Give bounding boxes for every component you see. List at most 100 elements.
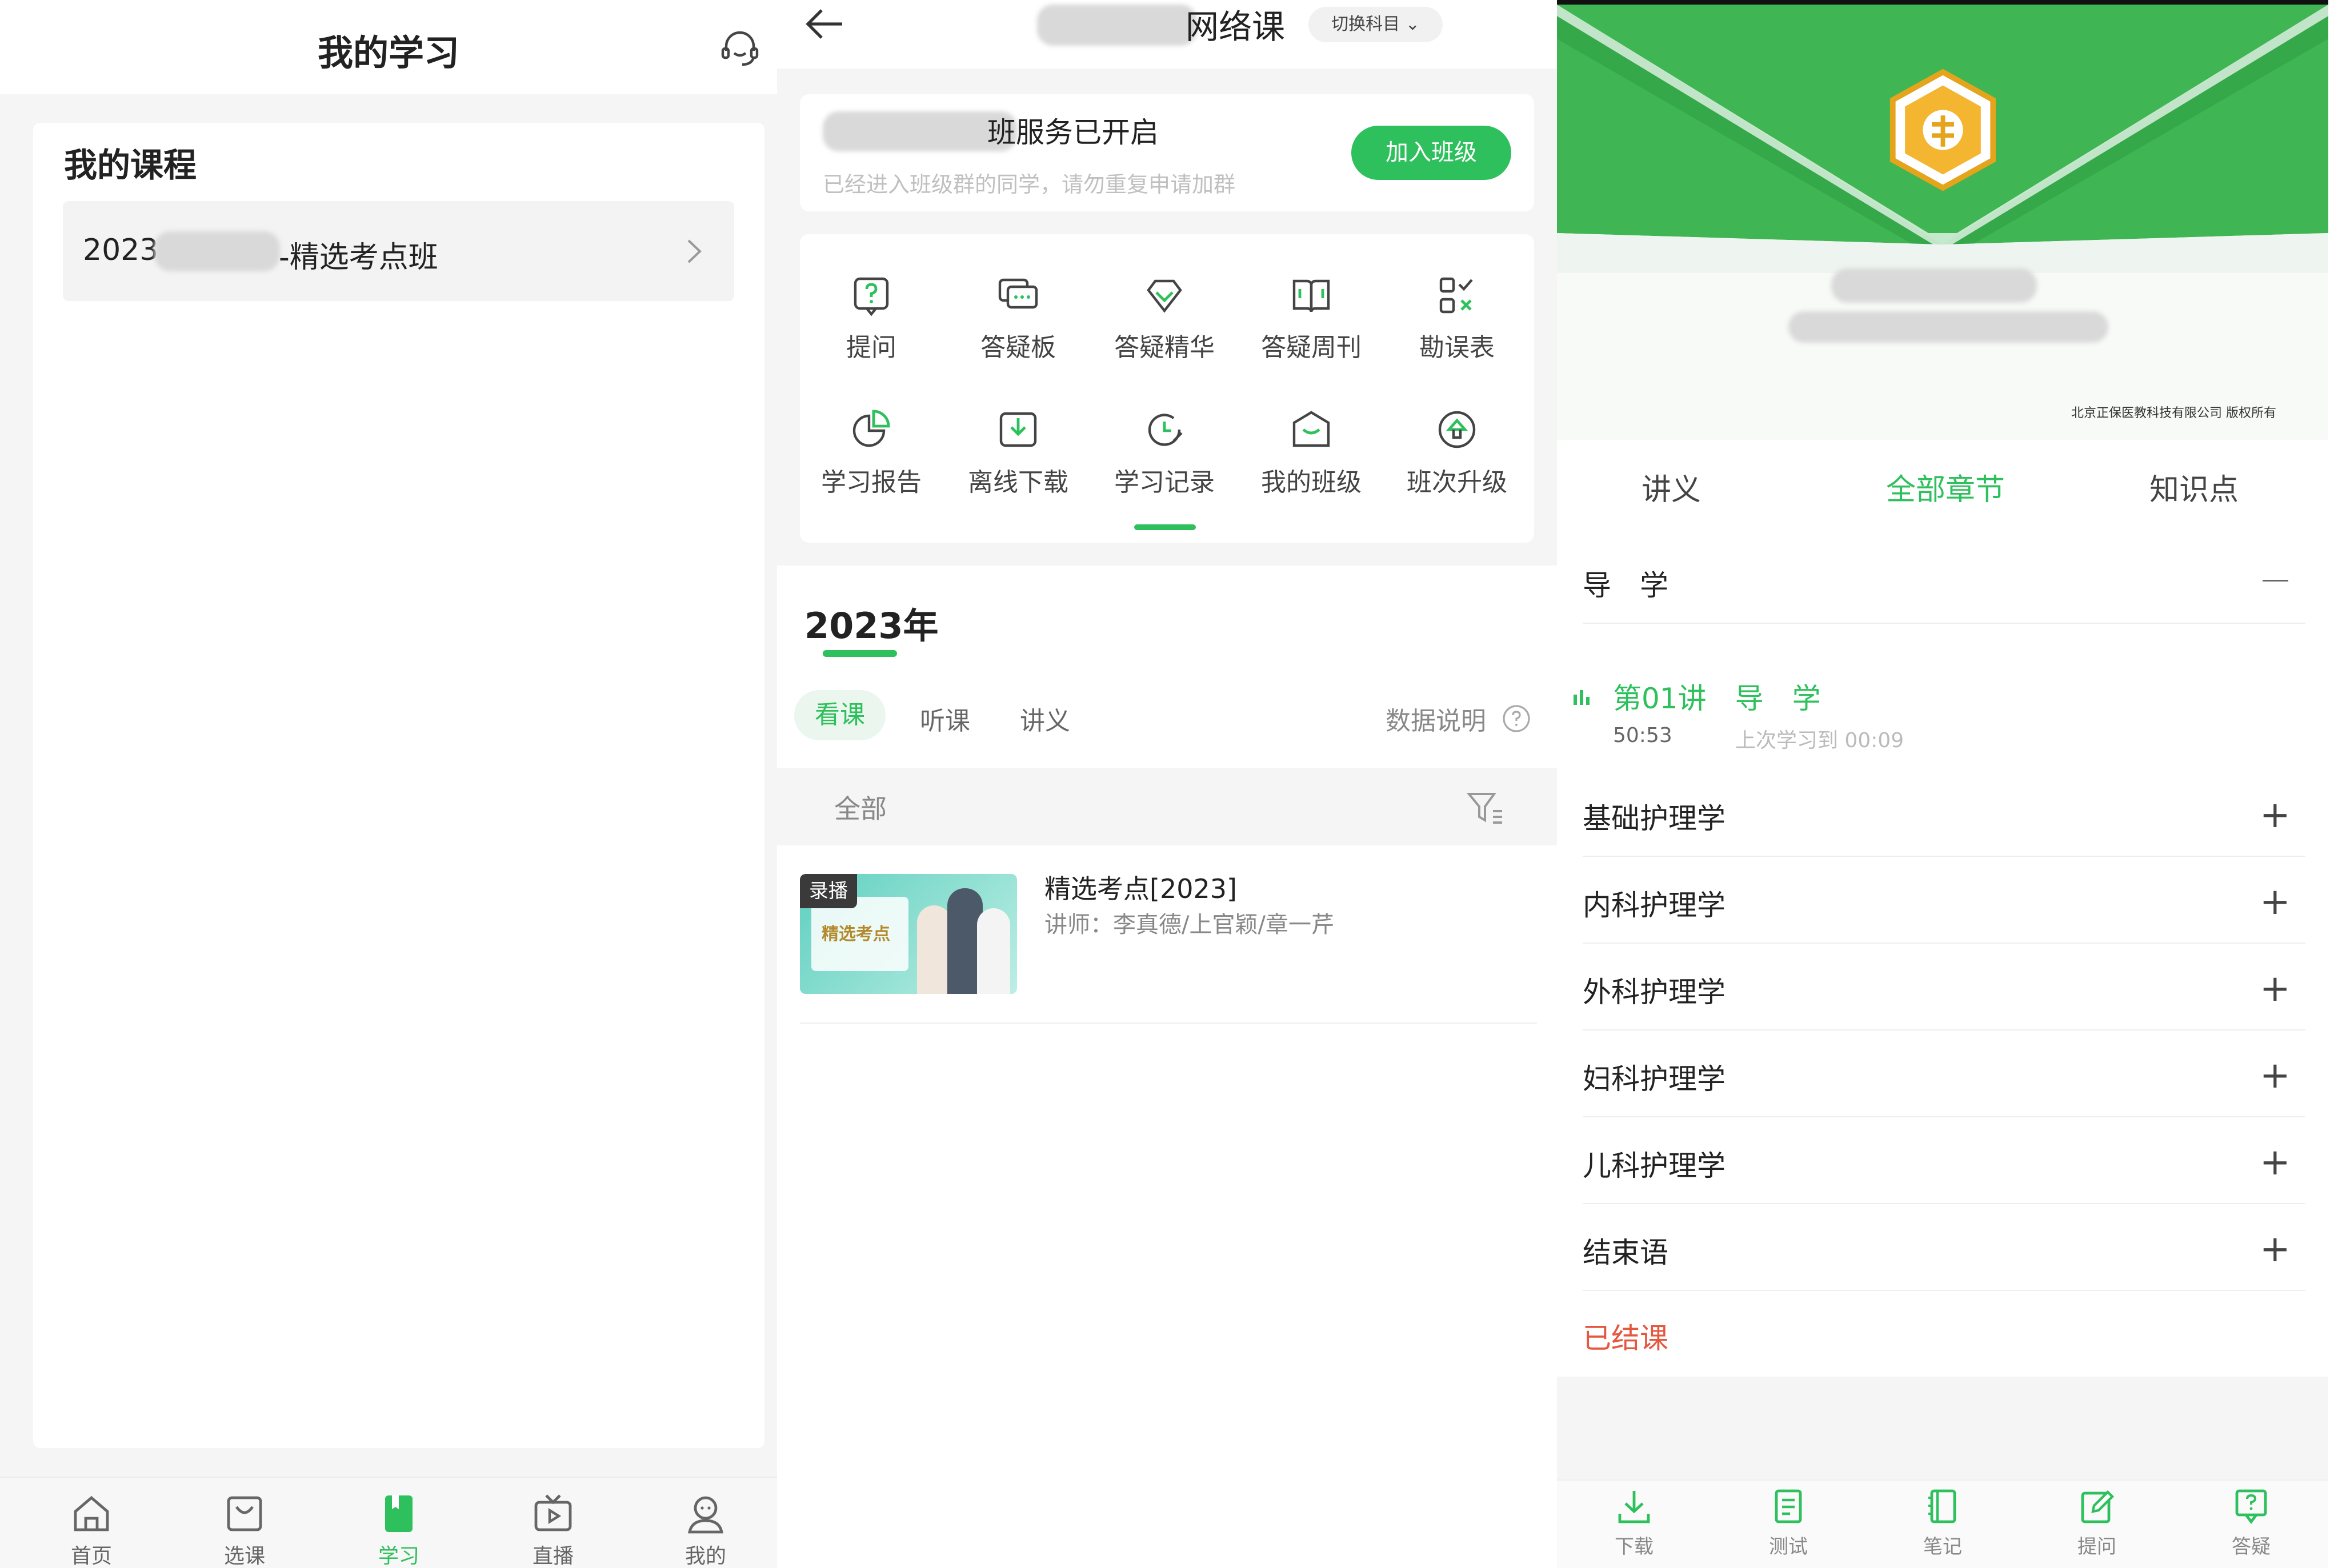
toolbar-answers[interactable]: 答疑: [2211, 1531, 2291, 1559]
grid-qa-board[interactable]: 答疑板: [964, 327, 1072, 363]
teacher-photo-1: [917, 905, 951, 994]
back-arrow-icon[interactable]: [801, 5, 847, 45]
book-icon[interactable]: [376, 1491, 422, 1537]
redacted-title: [1037, 5, 1197, 46]
download-icon[interactable]: [995, 407, 1041, 452]
grid-study-report[interactable]: 学习报告: [806, 462, 937, 498]
expand-plus-icon[interactable]: +: [2260, 1231, 2291, 1268]
lecture-title[interactable]: 第01讲 导 学: [1613, 676, 1821, 717]
grid-errata[interactable]: 勘误表: [1397, 327, 1517, 363]
chapter-divider: [1583, 1029, 2305, 1030]
expand-plus-icon[interactable]: +: [2260, 1144, 2291, 1181]
grid-class-upgrade[interactable]: 班次升级: [1391, 462, 1523, 498]
switch-subject-label: 切换科目: [1331, 14, 1400, 34]
course-item-teacher: 讲师：李真德/上官颖/章一芹: [1044, 912, 1334, 938]
teacher-photo-3: [977, 908, 1010, 994]
tab-handout[interactable]: 讲义: [1614, 466, 1728, 508]
section-intro-title[interactable]: 导 学: [1583, 563, 1668, 604]
pie-icon[interactable]: [848, 407, 894, 452]
tab-live[interactable]: 直播: [513, 1539, 593, 1568]
chapter-row[interactable]: 基础护理学: [1583, 796, 1726, 837]
expand-plus-icon[interactable]: +: [2260, 797, 2291, 833]
customer-service-icon[interactable]: [717, 26, 763, 71]
home-icon[interactable]: [69, 1491, 114, 1537]
filter-label[interactable]: 全部: [834, 788, 887, 826]
course-item-title[interactable]: 精选考点[2023]: [1044, 868, 1237, 906]
playing-bars-icon: [1571, 687, 1592, 707]
page-indicator: [1134, 524, 1196, 530]
course-year: 2023: [83, 233, 159, 267]
course-thumbnail[interactable]: 精选考点 录播: [800, 874, 1017, 994]
chapter-divider: [1583, 1290, 2305, 1291]
tab-listen[interactable]: 听课: [920, 700, 970, 737]
chapter-row[interactable]: 妇科护理学: [1583, 1056, 1726, 1097]
class-icon[interactable]: [1288, 407, 1334, 452]
tab-all-chapters[interactable]: 全部章节: [1848, 466, 2043, 508]
section-divider: [1583, 623, 2305, 624]
data-note-link[interactable]: 数据说明: [1386, 700, 1486, 737]
expand-plus-icon[interactable]: +: [2260, 971, 2291, 1007]
tab-watch[interactable]: 看课: [794, 690, 886, 740]
toolbar-download[interactable]: 下载: [1594, 1531, 1674, 1559]
expand-plus-icon[interactable]: +: [2260, 1057, 2291, 1094]
toolbar-test[interactable]: 测试: [1748, 1531, 1828, 1559]
toolbar-ask[interactable]: 提问: [2057, 1531, 2137, 1559]
expand-plus-icon[interactable]: +: [2260, 884, 2291, 920]
edit-icon[interactable]: [2077, 1486, 2117, 1526]
test-icon[interactable]: [1768, 1486, 1808, 1526]
lecture-duration: 50:53: [1613, 724, 1672, 747]
toolbar-notes[interactable]: 笔记: [1903, 1531, 1983, 1559]
section-title: 我的课程: [64, 146, 197, 185]
bag-icon[interactable]: [222, 1491, 267, 1537]
question-icon[interactable]: [848, 273, 894, 319]
course-detail-screen: 网络课 切换科目 ⌄ 班服务已开启 已经进入班级群的同学，请勿重复申请加群 加入…: [777, 0, 1557, 1568]
grid-qa-essence[interactable]: 答疑精华: [1099, 327, 1230, 363]
grid-offline-download[interactable]: 离线下载: [952, 462, 1084, 498]
video-player[interactable]: 北京正保医教科技有限公司 版权所有: [1557, 0, 2328, 440]
download-icon[interactable]: [1614, 1486, 1654, 1526]
tab-handout[interactable]: 讲义: [1020, 700, 1070, 737]
tab-mine[interactable]: 我的: [666, 1539, 746, 1568]
video-chapter-screen: 北京正保医教科技有限公司 版权所有 讲义 全部章节 知识点 导 学 第01讲 导…: [1557, 0, 2334, 1568]
open-book-icon[interactable]: [1288, 273, 1334, 319]
tab-select[interactable]: 选课: [205, 1539, 285, 1568]
course-name: -精选考点班: [279, 240, 438, 275]
join-class-button[interactable]: 加入班级: [1351, 126, 1511, 180]
user-icon[interactable]: [683, 1491, 728, 1537]
lecture-last-position: 上次学习到 00:09: [1735, 729, 1904, 752]
note-icon[interactable]: [1923, 1486, 1963, 1526]
answer-icon[interactable]: [2231, 1486, 2271, 1526]
chapter-row[interactable]: 儿科护理学: [1583, 1143, 1726, 1184]
redacted-video-title: [1831, 268, 2037, 303]
grid-study-record[interactable]: 学习记录: [1099, 462, 1230, 498]
banner-subtext: 已经进入班级群的同学，请勿重复申请加群: [823, 172, 1236, 197]
banner-text: 班服务已开启: [987, 116, 1159, 149]
video-top-border: [1557, 0, 2328, 5]
chapter-row[interactable]: 结束语: [1583, 1230, 1668, 1271]
redacted-text: [154, 231, 280, 271]
collapse-icon[interactable]: [2263, 580, 2288, 582]
tab-study[interactable]: 学习: [359, 1539, 439, 1568]
grid-qa-weekly[interactable]: 答疑周刊: [1246, 327, 1377, 363]
thumb-title: 精选考点: [822, 924, 890, 944]
tab-home[interactable]: 首页: [51, 1539, 131, 1568]
course-title: 网络课: [1186, 7, 1286, 46]
chat-icon[interactable]: [995, 273, 1041, 319]
tab-knowledge-points[interactable]: 知识点: [2128, 466, 2260, 508]
grid-ask[interactable]: 提问: [817, 327, 926, 363]
chapter-row[interactable]: 内科护理学: [1583, 883, 1726, 924]
help-circle-icon[interactable]: [1502, 704, 1531, 733]
chapter-row[interactable]: 外科护理学: [1583, 969, 1726, 1010]
checklist-icon[interactable]: [1434, 273, 1480, 319]
logo-badge: [1887, 69, 1999, 191]
clock-icon[interactable]: [1142, 407, 1187, 452]
recorded-badge: 录播: [800, 874, 857, 908]
chevron-down-icon: ⌄: [1405, 14, 1420, 34]
upgrade-icon[interactable]: [1434, 407, 1480, 452]
switch-subject-button[interactable]: 切换科目 ⌄: [1308, 7, 1443, 42]
diamond-icon[interactable]: [1142, 273, 1187, 319]
redacted-video-subtitle: [1788, 311, 2108, 343]
filter-icon[interactable]: [1466, 788, 1506, 828]
tv-icon[interactable]: [530, 1491, 576, 1537]
grid-my-class[interactable]: 我的班级: [1246, 462, 1377, 498]
